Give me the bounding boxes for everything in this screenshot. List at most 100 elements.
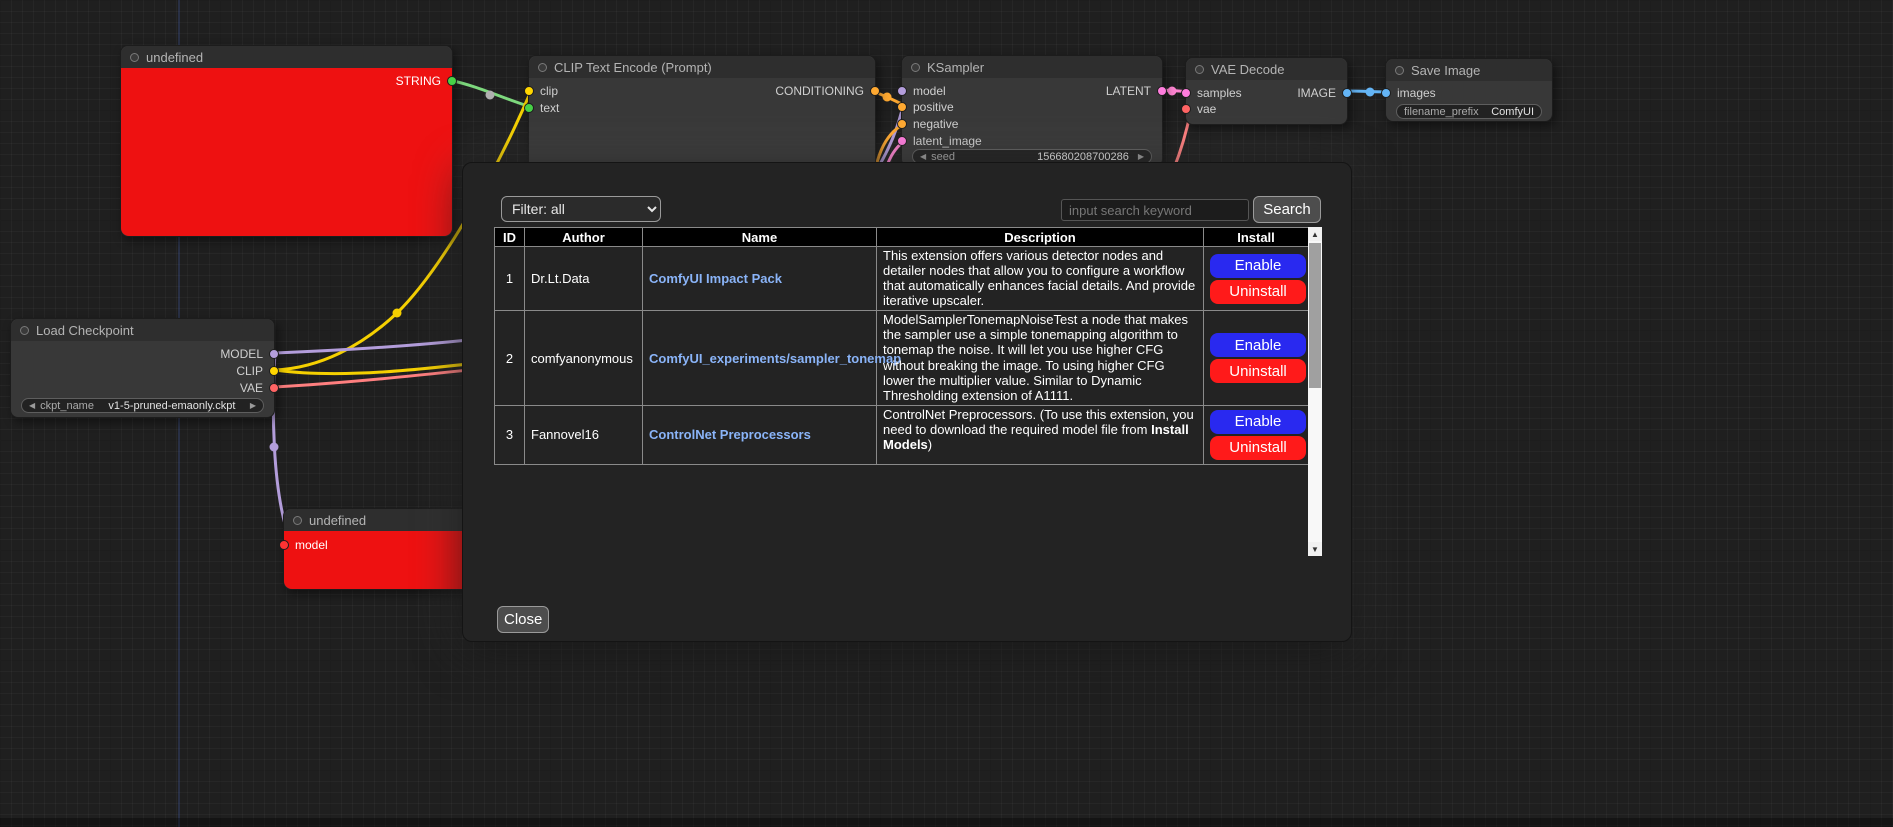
collapse-dot[interactable] xyxy=(1195,65,1204,74)
node-ksampler[interactable]: KSampler model positive negative latent_… xyxy=(901,55,1163,167)
extension-table: ID Author Name Description Install 1 Dr.… xyxy=(494,227,1309,465)
slot-label: clip xyxy=(540,84,558,98)
node-clip-text-encode[interactable]: CLIP Text Encode (Prompt) clip text COND… xyxy=(528,55,876,169)
extension-link[interactable]: ControlNet Preprocessors xyxy=(649,427,811,442)
node-save-image[interactable]: Save Image images filename_prefix ComfyU… xyxy=(1385,58,1553,122)
widget-label: filename_prefix xyxy=(1404,106,1479,118)
node-body: model positive negative latent_image LAT… xyxy=(902,78,1162,166)
extension-link[interactable]: ComfyUI_experiments/sampler_tonemap xyxy=(649,351,901,366)
slot-label: STRING xyxy=(396,74,441,88)
output-slot-model[interactable] xyxy=(269,349,279,359)
input-slot-images[interactable] xyxy=(1381,88,1391,98)
input-slot-model[interactable] xyxy=(279,540,289,550)
node-title: undefined xyxy=(146,50,203,65)
input-slot-text[interactable] xyxy=(524,103,534,113)
output-slot-conditioning[interactable] xyxy=(870,86,880,96)
col-header-author: Author xyxy=(525,228,643,247)
node-body: samples vae IMAGE xyxy=(1186,80,1347,124)
output-slot-clip[interactable] xyxy=(269,366,279,376)
node-graph-canvas[interactable]: undefined STRING CLIP Text Encode (Promp… xyxy=(0,0,1893,827)
table-row: 2 comfyanonymous ComfyUI_experiments/sam… xyxy=(495,311,1309,405)
slot-label: CONDITIONING xyxy=(775,84,864,98)
slot-label: CLIP xyxy=(236,364,263,378)
uninstall-button[interactable]: Uninstall xyxy=(1210,436,1306,460)
input-slot-vae[interactable] xyxy=(1181,104,1191,114)
ext-description: ControlNet Preprocessors. (To use this e… xyxy=(877,405,1204,464)
increment-arrow-icon[interactable]: ▶ xyxy=(250,401,256,410)
collapse-dot[interactable] xyxy=(538,63,547,72)
extension-link[interactable]: ComfyUI Impact Pack xyxy=(649,271,782,286)
node-title: VAE Decode xyxy=(1211,62,1284,77)
input-slot-latent-image[interactable] xyxy=(897,136,907,146)
enable-button[interactable]: Enable xyxy=(1210,410,1306,434)
input-slot-positive[interactable] xyxy=(897,102,907,112)
table-row: 1 Dr.Lt.Data ComfyUI Impact Pack This ex… xyxy=(495,247,1309,311)
decrement-arrow-icon[interactable]: ◀ xyxy=(920,152,926,161)
link-midpoint-dot[interactable] xyxy=(486,91,495,100)
output-slot-string[interactable] xyxy=(447,76,457,86)
enable-button[interactable]: Enable xyxy=(1210,254,1306,278)
scrollbar-thumb[interactable] xyxy=(1309,243,1321,388)
input-slot-model[interactable] xyxy=(897,86,907,96)
uninstall-button[interactable]: Uninstall xyxy=(1210,359,1306,383)
scroll-up-icon[interactable]: ▲ xyxy=(1308,227,1322,241)
collapse-dot[interactable] xyxy=(130,53,139,62)
ext-description: This extension offers various detector n… xyxy=(877,247,1204,311)
search-input[interactable] xyxy=(1061,199,1249,221)
slot-label: positive xyxy=(913,100,954,114)
slot-label: samples xyxy=(1197,86,1242,100)
input-slot-samples[interactable] xyxy=(1181,88,1191,98)
node-vae-decode[interactable]: VAE Decode samples vae IMAGE xyxy=(1185,57,1348,125)
node-title-bar[interactable]: Save Image xyxy=(1386,59,1552,81)
slot-label: model xyxy=(295,538,328,552)
output-slot-latent[interactable] xyxy=(1157,86,1167,96)
link-midpoint-dot[interactable] xyxy=(1366,88,1375,97)
node-title-bar[interactable]: VAE Decode xyxy=(1186,58,1347,80)
ext-author: Dr.Lt.Data xyxy=(525,247,643,311)
node-title: Save Image xyxy=(1411,63,1480,78)
search-button[interactable]: Search xyxy=(1253,196,1321,223)
ext-description: ModelSamplerTonemapNoiseTest a node that… xyxy=(877,311,1204,405)
output-slot-image[interactable] xyxy=(1342,88,1352,98)
node-undefined-top[interactable]: undefined STRING xyxy=(120,45,453,237)
node-title-bar[interactable]: Load Checkpoint xyxy=(11,319,274,341)
increment-arrow-icon[interactable]: ▶ xyxy=(1138,152,1144,161)
widget-value: v1-5-pruned-emaonly.ckpt xyxy=(99,400,245,412)
table-scrollbar[interactable]: ▲ ▼ xyxy=(1308,227,1322,556)
link-midpoint-dot[interactable] xyxy=(270,443,279,452)
ext-id: 2 xyxy=(495,311,525,405)
collapse-dot[interactable] xyxy=(1395,66,1404,75)
node-body: clip text CONDITIONING xyxy=(529,78,875,168)
node-title: KSampler xyxy=(927,60,984,75)
node-body: images filename_prefix ComfyUI xyxy=(1386,81,1552,121)
close-button[interactable]: Close xyxy=(497,606,549,633)
link-midpoint-dot[interactable] xyxy=(393,309,402,318)
node-title: Load Checkpoint xyxy=(36,323,134,338)
table-header-row: ID Author Name Description Install xyxy=(495,228,1309,247)
input-slot-clip[interactable] xyxy=(524,86,534,96)
scroll-down-icon[interactable]: ▼ xyxy=(1308,542,1322,556)
input-slot-negative[interactable] xyxy=(897,119,907,129)
ckpt-name-widget[interactable]: ◀ ckpt_name v1-5-pruned-emaonly.ckpt ▶ xyxy=(21,398,264,413)
widget-value: ComfyUI xyxy=(1491,106,1534,118)
collapse-dot[interactable] xyxy=(911,63,920,72)
node-body: MODEL CLIP VAE ◀ ckpt_name v1-5-pruned-e… xyxy=(11,341,274,417)
node-load-checkpoint[interactable]: Load Checkpoint MODEL CLIP VAE ◀ ckpt_na… xyxy=(10,318,275,418)
node-title-bar[interactable]: CLIP Text Encode (Prompt) xyxy=(529,56,875,78)
decrement-arrow-icon[interactable]: ◀ xyxy=(29,401,35,410)
collapse-dot[interactable] xyxy=(293,516,302,525)
filter-select[interactable]: Filter: all xyxy=(501,196,661,222)
slot-label: vae xyxy=(1197,102,1216,116)
uninstall-button[interactable]: Uninstall xyxy=(1210,280,1306,304)
node-title-bar[interactable]: undefined xyxy=(121,46,452,68)
link-midpoint-dot[interactable] xyxy=(1168,87,1177,96)
node-title-bar[interactable]: KSampler xyxy=(902,56,1162,78)
col-header-install: Install xyxy=(1204,228,1309,247)
output-slot-vae[interactable] xyxy=(269,383,279,393)
collapse-dot[interactable] xyxy=(20,326,29,335)
widget-label: ckpt_name xyxy=(40,400,94,412)
slot-label: latent_image xyxy=(913,134,982,148)
filename-prefix-widget[interactable]: filename_prefix ComfyUI xyxy=(1396,104,1542,119)
link-midpoint-dot[interactable] xyxy=(883,93,892,102)
enable-button[interactable]: Enable xyxy=(1210,333,1306,357)
